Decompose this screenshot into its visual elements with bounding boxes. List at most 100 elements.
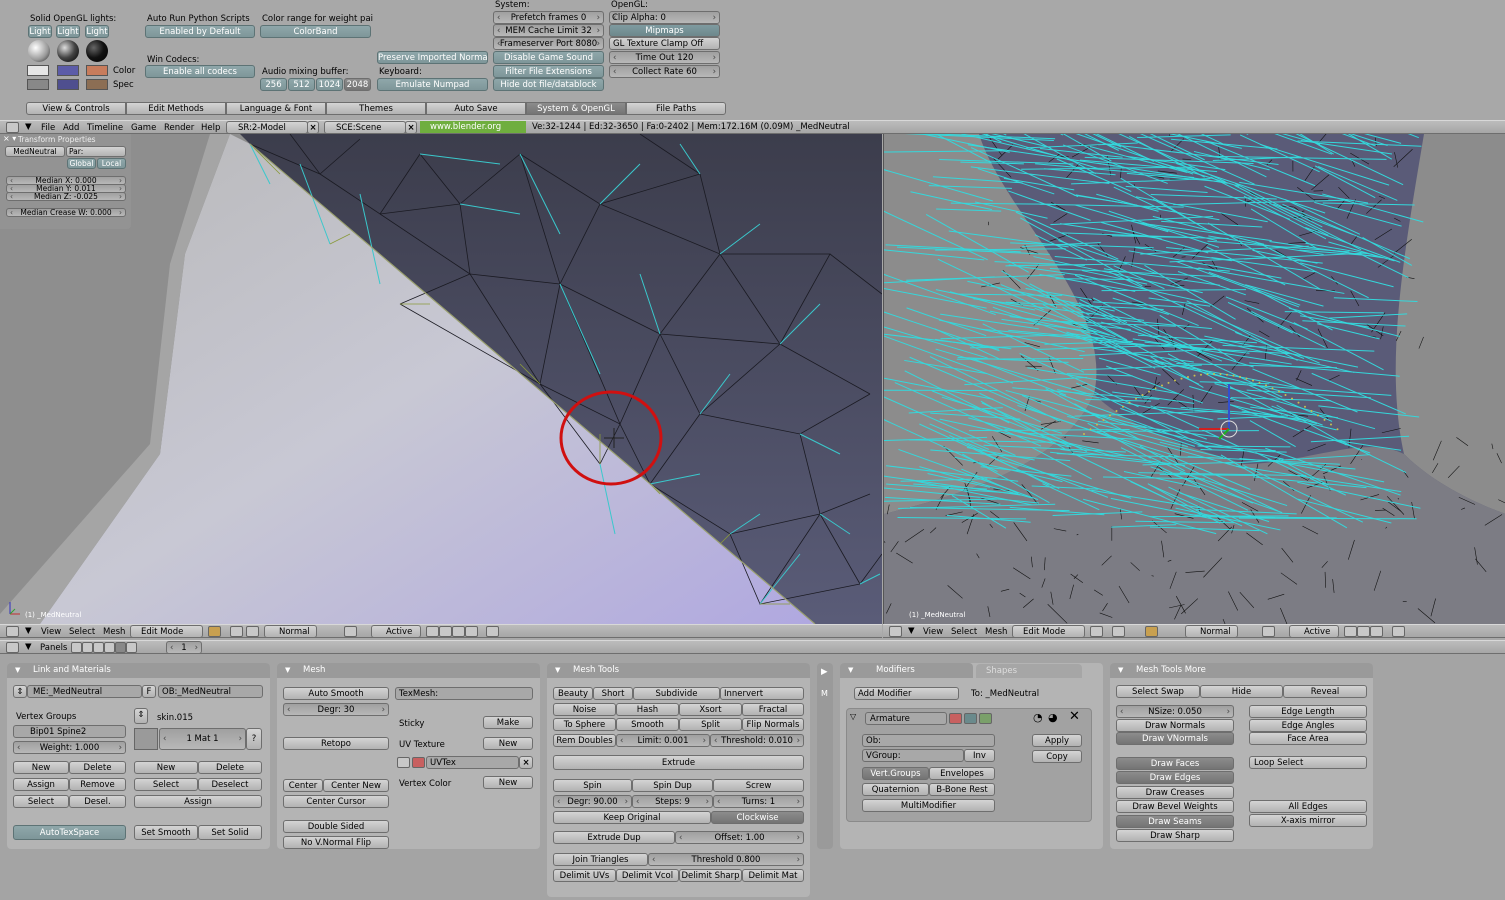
material-select-button[interactable]: Select bbox=[134, 778, 198, 791]
menu-select[interactable]: Select bbox=[951, 626, 977, 638]
clockwise-toggle[interactable]: Clockwise bbox=[711, 811, 804, 824]
light-sphere-3[interactable] bbox=[86, 40, 108, 62]
extrude-dup-button[interactable]: Extrude Dup bbox=[553, 831, 675, 844]
light-color-swatch-2[interactable] bbox=[57, 65, 79, 76]
select-swap-button[interactable]: Select Swap bbox=[1116, 685, 1200, 698]
blender-url[interactable]: www.blender.org 249.2 bbox=[420, 121, 526, 144]
flip-normals-button[interactable]: Flip Normals bbox=[742, 718, 804, 731]
tab-themes[interactable]: Themes bbox=[326, 102, 426, 115]
xsort-button[interactable]: Xsort bbox=[679, 703, 742, 716]
vgroup-deselect-button[interactable]: Desel. bbox=[69, 795, 126, 808]
spin-dup-button[interactable]: Spin Dup bbox=[632, 779, 713, 792]
spin-degree-field[interactable]: Degr: 90.00 bbox=[553, 795, 632, 808]
median-z-field[interactable]: Median Z: -0.025 bbox=[6, 192, 126, 201]
xaxis-mirror-toggle[interactable]: X-axis mirror bbox=[1249, 814, 1367, 827]
pivot-select[interactable]: Active bbox=[1289, 625, 1339, 638]
material-browse-button[interactable]: ⇕ bbox=[134, 708, 148, 724]
editing-context-icon[interactable] bbox=[115, 642, 126, 653]
light-color-swatch-3[interactable] bbox=[86, 65, 108, 76]
vgroup-remove-button[interactable]: Remove bbox=[69, 778, 126, 791]
vgroup-assign-button[interactable]: Assign bbox=[13, 778, 69, 791]
vgroup-delete-button[interactable]: Delete bbox=[69, 761, 126, 774]
audio-buffer-1024[interactable]: 1024 bbox=[316, 78, 343, 91]
draw-vnormals-toggle[interactable]: Draw VNormals bbox=[1116, 732, 1234, 745]
collect-rate-field[interactable]: Collect Rate 60 bbox=[609, 65, 720, 78]
multimodifier-toggle[interactable]: MultiModifier bbox=[862, 799, 995, 812]
prefetch-field[interactable]: Prefetch frames 0 bbox=[493, 11, 604, 24]
tab-system-opengl[interactable]: System & OpenGL bbox=[526, 102, 626, 115]
mesh-browse-button[interactable]: ⇕ bbox=[13, 685, 27, 698]
collapse-icon[interactable]: ▼ bbox=[25, 122, 32, 132]
play-icon[interactable]: ▶ bbox=[821, 667, 828, 677]
view3d-window-type-icon[interactable] bbox=[889, 626, 902, 637]
menu-game[interactable]: Game bbox=[131, 122, 156, 134]
uv-render-icon[interactable] bbox=[412, 757, 425, 768]
uvtex-name-field[interactable]: UVTex bbox=[426, 756, 519, 769]
extrude-button[interactable]: Extrude bbox=[553, 755, 804, 770]
proportional-icon[interactable] bbox=[1262, 626, 1275, 637]
scene-context-icon[interactable] bbox=[126, 642, 137, 653]
mode-select[interactable]: Edit Mode bbox=[130, 625, 203, 638]
edge-select-icon[interactable] bbox=[1357, 626, 1370, 637]
auto-run-toggle[interactable]: Enabled by Default bbox=[145, 25, 255, 38]
editmode-toggle-icon[interactable] bbox=[979, 713, 992, 724]
modifier-expand-icon[interactable]: ▽ bbox=[850, 712, 856, 721]
material-help-button[interactable]: ? bbox=[246, 728, 262, 750]
tab-edit-methods[interactable]: Edit Methods bbox=[126, 102, 226, 115]
join-threshold-field[interactable]: Threshold 0.800 bbox=[648, 853, 804, 866]
mipmaps-toggle[interactable]: Mipmaps bbox=[609, 24, 720, 37]
move-down-icon[interactable]: ◕ bbox=[1048, 711, 1058, 724]
autotexspace-toggle[interactable]: AutoTexSpace bbox=[13, 825, 126, 840]
median-crease-field[interactable]: Median Crease W: 0.000 bbox=[6, 208, 126, 217]
close-icon[interactable]: × ▾ bbox=[3, 134, 16, 143]
double-sided-toggle[interactable]: Double Sided bbox=[283, 820, 389, 833]
menu-view[interactable]: View bbox=[923, 626, 943, 638]
lock-icon[interactable] bbox=[1112, 626, 1125, 637]
orientation-select[interactable]: Normal bbox=[264, 625, 317, 638]
tab-view-controls[interactable]: View & Controls bbox=[26, 102, 126, 115]
reveal-button[interactable]: Reveal bbox=[1283, 685, 1367, 698]
material-index-field[interactable]: 1 Mat 1 bbox=[159, 728, 246, 750]
pivot-select[interactable]: Active bbox=[371, 625, 421, 638]
light-spec-swatch-3[interactable] bbox=[86, 79, 108, 90]
scene-select[interactable]: SCE:Scene bbox=[324, 121, 406, 134]
hide-button[interactable]: Hide bbox=[1200, 685, 1283, 698]
link-materials-title[interactable]: Link and Materials bbox=[7, 663, 270, 678]
gl-texture-clamp-select[interactable]: GL Texture Clamp Off bbox=[609, 37, 720, 50]
split-button[interactable]: Split bbox=[679, 718, 742, 731]
object-name-field[interactable]: OB:_MedNeutral bbox=[158, 685, 263, 698]
rem-doubles-button[interactable]: Rem Doubles bbox=[553, 734, 616, 747]
fractal-button[interactable]: Fractal bbox=[742, 703, 804, 716]
nsize-field[interactable]: NSize: 0.050 bbox=[1116, 705, 1234, 718]
mesh-tools-more-title[interactable]: Mesh Tools More bbox=[1110, 663, 1373, 678]
draw-type-icon[interactable] bbox=[1090, 626, 1103, 637]
screen-delete-button[interactable]: × bbox=[307, 121, 319, 134]
limit-field[interactable]: Limit: 0.001 bbox=[616, 734, 710, 747]
edge-select-icon[interactable] bbox=[439, 626, 452, 637]
material-delete-button[interactable]: Delete bbox=[198, 761, 262, 774]
draw-seams-toggle[interactable]: Draw Seams bbox=[1116, 815, 1234, 828]
spin-button[interactable]: Spin bbox=[553, 779, 632, 792]
menu-mesh[interactable]: Mesh bbox=[985, 626, 1007, 638]
mode-select[interactable]: Edit Mode bbox=[1012, 625, 1085, 638]
draw-normals-toggle[interactable]: Draw Normals bbox=[1116, 719, 1234, 732]
vgroup-select-button[interactable]: Select bbox=[13, 795, 69, 808]
menu-help[interactable]: Help bbox=[201, 122, 220, 134]
center-button[interactable]: Center bbox=[283, 779, 323, 792]
delete-modifier-icon[interactable]: ✕ bbox=[1069, 709, 1080, 724]
center-cursor-button[interactable]: Center Cursor bbox=[283, 795, 389, 808]
add-modifier-button[interactable]: Add Modifier bbox=[854, 687, 959, 700]
copy-modifier-button[interactable]: Copy bbox=[1032, 750, 1082, 763]
fake-user-button[interactable]: F bbox=[142, 685, 156, 698]
uv-active-icon[interactable] bbox=[397, 757, 410, 768]
light-button-2[interactable]: Light bbox=[56, 25, 80, 38]
vertex-group-select[interactable]: Bip01 Spine2 bbox=[13, 725, 126, 738]
face-select-icon[interactable] bbox=[1370, 626, 1383, 637]
keep-original-toggle[interactable]: Keep Original bbox=[553, 811, 711, 824]
draw-edges-toggle[interactable]: Draw Edges bbox=[1116, 771, 1234, 784]
set-smooth-button[interactable]: Set Smooth bbox=[134, 825, 198, 840]
screen-select[interactable]: SR:2-Model bbox=[226, 121, 308, 134]
light-button-3[interactable]: Light bbox=[85, 25, 109, 38]
to-sphere-button[interactable]: To Sphere bbox=[553, 718, 616, 731]
tab-file-paths[interactable]: File Paths bbox=[626, 102, 726, 115]
